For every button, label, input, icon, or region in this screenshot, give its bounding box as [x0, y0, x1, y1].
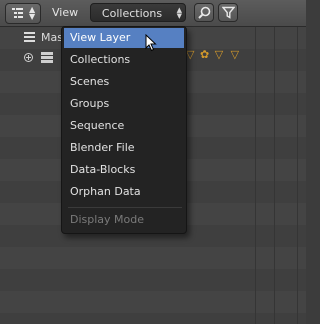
- display-mode-value: Collections: [101, 7, 163, 20]
- display-mode-menu: View Layer Collections Scenes Groups Seq…: [61, 26, 187, 234]
- view-menu[interactable]: View: [52, 6, 78, 19]
- display-mode-dropdown[interactable]: Collections ▲ ▼: [90, 3, 186, 22]
- menu-separator: [68, 207, 182, 208]
- filter-icon: [222, 6, 235, 19]
- menu-item-groups[interactable]: Groups: [64, 94, 184, 114]
- editor-type-button[interactable]: ▲ ▼: [5, 3, 41, 24]
- menu-item-scenes[interactable]: Scenes: [64, 72, 184, 92]
- chevron-updown-icon: ▲ ▼: [29, 5, 36, 21]
- filter-button[interactable]: [218, 3, 238, 22]
- menu-item-data-blocks[interactable]: Data-Blocks: [64, 160, 184, 180]
- mouse-cursor-icon: [145, 34, 157, 52]
- object-icons-row: ▽ ✿ ▽ ▽: [186, 48, 239, 61]
- menu-item-sequence[interactable]: Sequence: [64, 116, 184, 136]
- mesh-triangle-icon: ▽: [230, 48, 240, 61]
- scene-list-icon: [24, 32, 35, 42]
- menu-item-view-layer[interactable]: View Layer: [64, 28, 184, 48]
- expand-plus-icon[interactable]: [24, 53, 33, 62]
- column-divider: [274, 27, 275, 324]
- layer-stack-icon: [41, 52, 53, 63]
- outliner-icon: [12, 8, 23, 18]
- menu-item-orphan-data[interactable]: Orphan Data: [64, 182, 184, 202]
- outliner-row-label: Mas: [41, 31, 63, 44]
- chevron-updown-icon: ▲ ▼: [176, 6, 182, 20]
- column-divider: [297, 27, 298, 324]
- menu-item-blender-file[interactable]: Blender File: [64, 138, 184, 158]
- search-icon: [198, 6, 211, 19]
- search-button[interactable]: [194, 3, 214, 22]
- column-divider: [255, 27, 256, 324]
- modifier-wrench-icon: ✿: [199, 48, 210, 61]
- outliner-header: ▲ ▼ View Collections ▲ ▼: [0, 0, 306, 27]
- menu-item-collections[interactable]: Collections: [64, 50, 184, 70]
- menu-title-display-mode: Display Mode: [70, 213, 145, 226]
- mesh-triangle-icon: ▽: [214, 48, 224, 61]
- mesh-triangle-icon: ▽: [186, 48, 195, 61]
